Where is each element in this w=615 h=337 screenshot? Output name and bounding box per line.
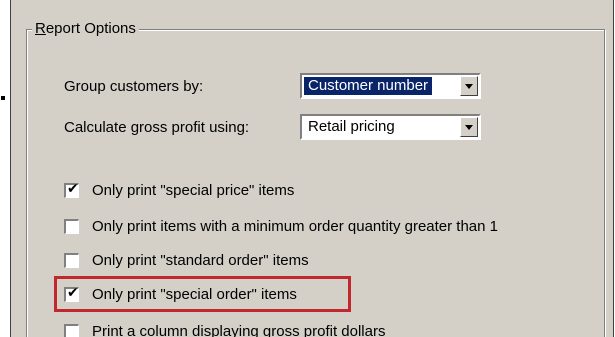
checkbox-label: Only print "special price" items bbox=[92, 182, 295, 199]
callout-highlight-box bbox=[54, 276, 351, 312]
group-customers-select[interactable]: Customer number bbox=[300, 73, 481, 99]
gross-profit-label: Calculate gross profit using: bbox=[64, 119, 250, 136]
report-options-title: Report Options bbox=[32, 19, 139, 39]
checkmark-icon: ✔ bbox=[67, 181, 79, 197]
gross-profit-value: Retail pricing bbox=[308, 118, 395, 135]
edge-marker bbox=[1, 96, 5, 100]
checkbox-box[interactable] bbox=[64, 219, 79, 234]
checkbox-label: Print a column displaying gross profit d… bbox=[92, 323, 386, 337]
report-options-accelerator: R bbox=[35, 20, 46, 37]
gross-profit-dropdown-button[interactable] bbox=[460, 117, 478, 137]
gross-profit-select[interactable]: Retail pricing bbox=[300, 114, 481, 140]
checkbox-label: Only print "standard order" items bbox=[92, 252, 309, 269]
group-customers-dropdown-button[interactable] bbox=[460, 76, 478, 96]
screen: Report Options Group customers by: Custo… bbox=[0, 0, 615, 337]
checkbox-box[interactable]: ✔ bbox=[64, 181, 79, 198]
checkbox-box[interactable] bbox=[64, 324, 79, 337]
group-customers-value: Customer number bbox=[302, 76, 434, 96]
group-customers-label: Group customers by: bbox=[64, 78, 204, 95]
checkbox-box[interactable] bbox=[64, 253, 79, 268]
report-options-title-text: eport Options bbox=[45, 20, 136, 37]
checkbox-label: Only print items with a minimum order qu… bbox=[92, 218, 499, 235]
